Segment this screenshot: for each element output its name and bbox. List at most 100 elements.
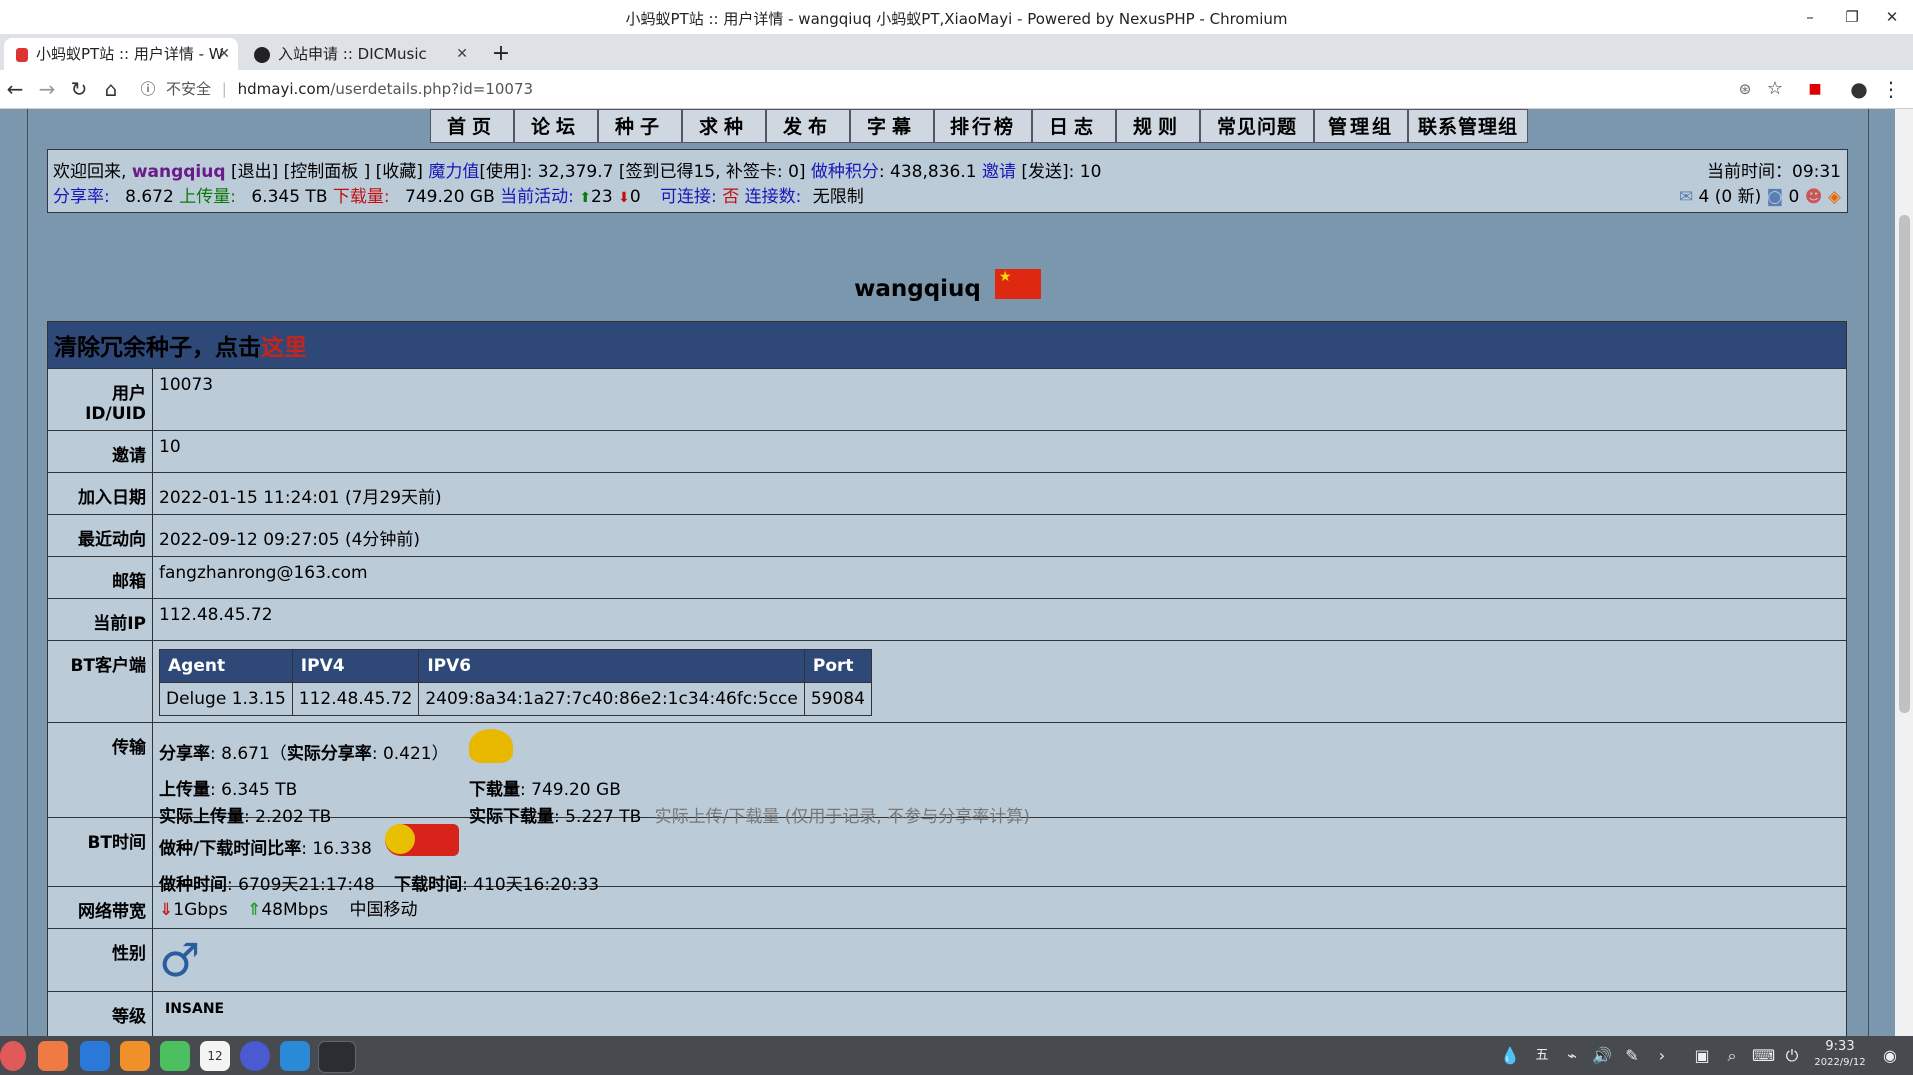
nav-requests[interactable]: 求种 — [682, 109, 766, 143]
profile-icon[interactable]: ● — [1846, 76, 1872, 102]
bandwidth-label: 网络带宽 — [47, 886, 153, 929]
isp-name: 中国移动 — [349, 900, 418, 920]
extension-icon[interactable]: ■ — [1802, 76, 1828, 102]
rss-icon[interactable]: ◈ — [1828, 187, 1841, 207]
friends-icon[interactable]: ◙ — [1767, 187, 1784, 207]
settings-icon[interactable] — [240, 1041, 270, 1071]
clock[interactable]: 9:33 2022/9/12 — [1810, 1039, 1870, 1071]
power-icon[interactable]: ⏻ — [1782, 1046, 1802, 1066]
email-value[interactable]: fangzhanrong@163.com — [152, 556, 1847, 599]
time-label: 当前时间： — [1707, 162, 1792, 182]
nav-home[interactable]: 首页 — [430, 109, 514, 143]
nav-torrents[interactable]: 种子 — [598, 109, 682, 143]
reload-icon[interactable]: ↻ — [66, 76, 92, 102]
nav-log[interactable]: 日志 — [1032, 109, 1116, 143]
active-up-count[interactable]: 23 — [591, 187, 613, 207]
cleanup-link[interactable]: 这里 — [261, 335, 307, 361]
uid-label: 用户ID/UID — [47, 368, 153, 431]
back-icon[interactable]: ← — [2, 76, 28, 102]
mail-icon[interactable]: ✉ — [1679, 187, 1693, 207]
cleanup-banner: 清除冗余种子，点击这里 — [47, 321, 1847, 369]
upload-value: 6.345 TB — [251, 187, 328, 207]
client-header-agent: Agent — [159, 649, 293, 683]
friends-count[interactable]: 0 — [1789, 187, 1800, 207]
forward-icon[interactable]: → — [34, 76, 60, 102]
tab-userdetails[interactable]: 小蚂蚁PT站 :: 用户详情 - W ✕ — [4, 38, 238, 70]
keyboard-icon[interactable]: ⌨ — [1752, 1046, 1775, 1066]
minimize-icon[interactable]: – — [1790, 4, 1830, 30]
nav-upload[interactable]: 发布 — [766, 109, 850, 143]
upload-bandwidth: 48Mbps — [261, 900, 329, 920]
seed-points-value: : 438,836.1 — [878, 162, 977, 182]
seed-points-label: 做种积分 — [810, 162, 879, 182]
file-manager-icon[interactable] — [80, 1041, 110, 1071]
download-label: 下载量 — [469, 780, 520, 800]
close-tab-icon[interactable]: ✕ — [218, 38, 230, 70]
new-tab-button[interactable]: + — [486, 38, 516, 70]
nav-rules[interactable]: 规则 — [1116, 109, 1200, 143]
current-user-link[interactable]: wangqiuq — [132, 162, 226, 182]
music-icon[interactable] — [160, 1041, 190, 1071]
address-bar[interactable]: 不安全 | hdmayi.com/userdetails.php?id=1007… — [166, 76, 533, 102]
upload-value: : 6.345 TB — [210, 780, 298, 800]
app-store-icon[interactable] — [120, 1041, 150, 1071]
nav-staff[interactable]: 管理组 — [1314, 109, 1408, 143]
multitask-icon[interactable] — [38, 1041, 68, 1071]
invite-label: 邀请 — [47, 430, 153, 473]
client-header-ipv4: IPV4 — [291, 649, 420, 683]
nav-subtitles[interactable]: 字幕 — [850, 109, 934, 143]
download-label: 下载量: — [332, 187, 390, 207]
buddy-icon[interactable]: ☻ — [1805, 187, 1823, 207]
launcher-icon[interactable] — [0, 1041, 26, 1071]
download-value: : 749.20 GB — [520, 780, 621, 800]
uid-value: 10073 — [152, 368, 1847, 431]
search-icon[interactable]: ⌕ — [1722, 1046, 1742, 1066]
close-window-icon[interactable]: ✕ — [1872, 4, 1912, 30]
pen-icon[interactable]: ✎ — [1622, 1046, 1642, 1066]
maximize-icon[interactable]: ❐ — [1832, 4, 1872, 30]
last-seen-value: 2022-09-12 09:27:05 (4分钟前) — [152, 514, 1847, 557]
download-time-value: : 410天16:20:33 — [462, 875, 600, 895]
nav-contact-staff[interactable]: 联系管理组 — [1408, 109, 1528, 143]
messages-count[interactable]: 4 (0 新) — [1699, 187, 1762, 207]
ime-icon[interactable]: 五 — [1532, 1046, 1552, 1066]
client-cell: Agent IPV4 IPV6 Port Deluge 1.3.15 112.4… — [152, 640, 1847, 723]
invite-count: 10 — [152, 430, 1847, 473]
client-table: Agent IPV4 IPV6 Port Deluge 1.3.15 112.4… — [159, 649, 872, 716]
menu-icon[interactable]: ⋮ — [1878, 76, 1904, 102]
account-links[interactable]: [退出] [控制面板 ] [收藏] — [231, 162, 423, 182]
row-class: 等级 INSANE — [47, 991, 1847, 1036]
volume-icon[interactable]: 🔊 — [1592, 1046, 1612, 1066]
home-icon[interactable]: ⌂ — [98, 76, 124, 102]
ratio-value: : 8.671（ — [210, 744, 287, 764]
downloader-icon[interactable] — [280, 1041, 310, 1071]
download-bandwidth: 1Gbps — [173, 900, 228, 920]
bonus-link[interactable]: 魔力值 — [428, 162, 479, 182]
scrollbar-thumb[interactable] — [1899, 215, 1910, 713]
nav-faq[interactable]: 常见问题 — [1200, 109, 1314, 143]
active-down-count[interactable]: 0 — [630, 187, 641, 207]
upload-line: 上传量: 6.345 TB — [159, 775, 297, 800]
client-header-port: Port — [803, 649, 872, 683]
expand-tray-icon[interactable]: › — [1652, 1046, 1672, 1066]
info-icon[interactable]: ⓘ — [138, 76, 158, 102]
chromium-taskbar-icon[interactable] — [318, 1041, 356, 1073]
seed-time-value: : 6709天21:17:48 — [227, 875, 375, 895]
screenshot-icon[interactable]: ▣ — [1692, 1046, 1712, 1066]
nav-topten[interactable]: 排行榜 — [934, 109, 1032, 143]
bookmark-star-icon[interactable]: ☆ — [1762, 76, 1788, 102]
network-drop-icon[interactable]: 💧 — [1500, 1046, 1520, 1066]
invite-link[interactable]: 邀请 — [982, 162, 1016, 182]
close-tab-icon[interactable]: ✕ — [456, 38, 468, 70]
invite-value[interactable]: [发送]: 10 — [1021, 162, 1101, 182]
calendar-icon[interactable]: 12 — [200, 1041, 230, 1071]
window-title: 小蚂蚁PT站 :: 用户详情 - wangqiuq 小蚂蚁PT,XiaoMayi… — [625, 10, 1288, 28]
male-icon: ♂ — [159, 933, 201, 987]
notification-icon[interactable]: ◉ — [1880, 1046, 1900, 1066]
usb-icon[interactable]: ⌁ — [1562, 1046, 1582, 1066]
nav-forum[interactable]: 论坛 — [514, 109, 598, 143]
row-transfer: 传输 分享率: 8.671（实际分享率: 0.421） 上传量: 6.345 T… — [47, 722, 1847, 827]
seeding-arrow-icon: ⬆ — [579, 190, 592, 206]
translate-icon[interactable]: ⊛ — [1732, 76, 1758, 102]
tab-dicmusic[interactable]: 入站申请 :: DICMusic ✕ — [242, 38, 476, 70]
